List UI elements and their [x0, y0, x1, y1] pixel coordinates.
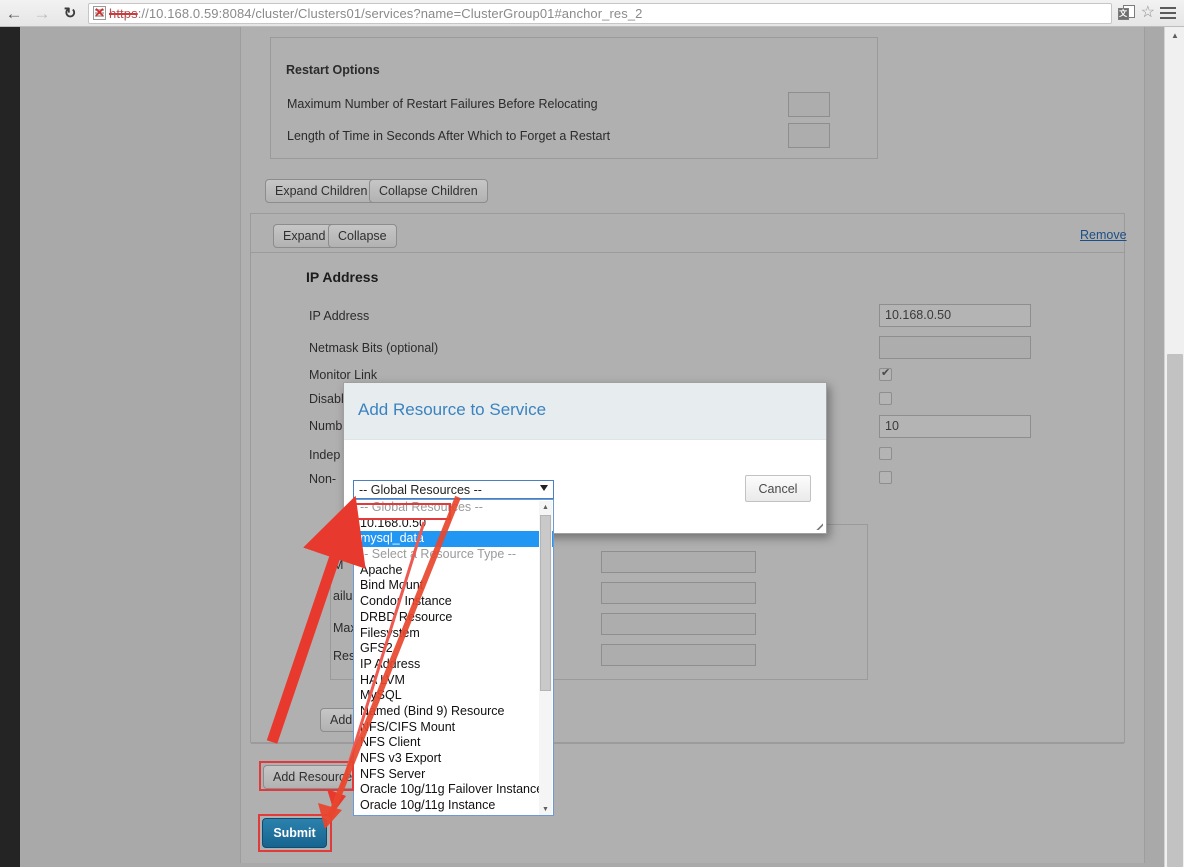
monitor-link-label: Monitor Link	[309, 368, 378, 382]
resize-grip-icon[interactable]	[811, 518, 824, 531]
non-critical-checkbox[interactable]	[879, 471, 892, 484]
reload-icon[interactable]: ↻	[56, 0, 84, 26]
netmask-bits-input[interactable]	[879, 336, 1031, 359]
dropdown-option[interactable]: Apache	[354, 563, 553, 579]
disable-static-routes-checkbox[interactable]	[879, 392, 892, 405]
dropdown-option[interactable]: GFS2	[354, 641, 553, 657]
cancel-button[interactable]: Cancel	[745, 475, 811, 502]
add-resource-button[interactable]: Add Resource	[263, 765, 363, 789]
resource-select[interactable]: -- Global Resources --	[353, 480, 554, 499]
dropdown-option[interactable]: NFS v3 Export	[354, 751, 553, 767]
page-viewport: Restart Options Maximum Number of Restar…	[0, 27, 1184, 867]
page-scroll-up-icon[interactable]: ▲	[1165, 27, 1184, 43]
dropdown-option[interactable]: DRBD Resource	[354, 610, 553, 626]
browser-toolbar: ← → ↻ ✕ https://10.168.0.59:8084/cluster…	[0, 0, 1184, 27]
translate-badge: 文	[1117, 8, 1129, 20]
hamburger-menu-icon[interactable]	[1160, 6, 1176, 20]
restart-max-failures-label: Maximum Number of Restart Failures Befor…	[287, 97, 598, 111]
dialog-title: Add Resource to Service	[358, 400, 547, 419]
dropdown-option[interactable]: NFS Client	[354, 735, 553, 751]
dropdown-option[interactable]: -- Global Resources --	[354, 500, 553, 516]
submit-button[interactable]: Submit	[262, 818, 327, 848]
page-scrollbar[interactable]: ▲	[1164, 27, 1184, 867]
dropdown-option[interactable]: Oracle 10g/11g Instance	[354, 798, 553, 814]
dropdown-option[interactable]: IP Address	[354, 657, 553, 673]
dropdown-option[interactable]: Filesystem	[354, 626, 553, 642]
dropdown-option[interactable]: Named (Bind 9) Resource	[354, 704, 553, 720]
url-scheme: https	[109, 5, 138, 21]
inner-row1-label: M	[333, 558, 344, 572]
expand-button[interactable]: Expand	[273, 224, 336, 248]
left-dark-margin	[0, 27, 20, 867]
insecure-certificate-icon[interactable]: ✕	[93, 6, 106, 20]
cert-x-mark: ✕	[94, 5, 105, 20]
dropdown-option[interactable]: NFS Server	[354, 767, 553, 783]
dropdown-option[interactable]: mysql_data	[354, 531, 553, 548]
ip-address-label: IP Address	[309, 309, 370, 323]
scroll-up-icon[interactable]: ▲	[539, 501, 552, 514]
resource-section-title: IP Address	[306, 269, 379, 285]
expand-children-button[interactable]: Expand Children	[265, 179, 378, 203]
inner-row2-label: ailu	[333, 589, 353, 603]
address-bar[interactable]: ✕ https://10.168.0.59:8084/cluster/Clust…	[88, 2, 1112, 24]
translate-icon[interactable]: 文	[1117, 5, 1136, 21]
netmask-bits-label: Netmask Bits (optional)	[309, 341, 439, 355]
dropdown-option[interactable]: 10.168.0.50	[354, 516, 553, 532]
dropdown-options[interactable]: -- Global Resources -- 10.168.0.50 mysql_d…	[354, 500, 553, 814]
scroll-down-icon[interactable]: ▼	[539, 803, 552, 815]
independent-subtree-label: Indep	[309, 448, 341, 462]
independent-subtree-checkbox[interactable]	[879, 447, 892, 460]
ip-address-input[interactable]: 10.168.0.50	[879, 304, 1031, 327]
restart-forget-time-label: Length of Time in Seconds After Which to…	[287, 129, 611, 143]
dropdown-option[interactable]: Bind Mount	[354, 578, 553, 594]
dropdown-option[interactable]: HA LVM	[354, 673, 553, 689]
back-arrow-icon[interactable]: ←	[0, 0, 28, 26]
url-rest: ://10.168.0.59:8084/cluster/Clusters01/s…	[137, 5, 643, 21]
dropdown-scroll-thumb[interactable]	[540, 515, 551, 691]
non-critical-label: Non-	[309, 472, 337, 486]
monitor-link-checkbox[interactable]	[879, 367, 892, 381]
dropdown-option[interactable]: NFS/CIFS Mount	[354, 720, 553, 736]
number-of-seconds-input[interactable]: 10	[879, 415, 1031, 438]
number-of-seconds-label: Numb	[309, 419, 343, 433]
collapse-children-button[interactable]: Collapse Children	[369, 179, 488, 203]
dropdown-option[interactable]: -- Select a Resource Type --	[354, 547, 553, 563]
dropdown-scrollbar[interactable]: ▲ ▼	[539, 501, 552, 815]
restart-options-legend: Restart Options	[282, 63, 384, 77]
inner-row1-input[interactable]	[601, 551, 756, 573]
url-text: https://10.168.0.59:8084/cluster/Cluster…	[109, 6, 643, 21]
resource-panel-divider	[251, 252, 1124, 253]
page-scroll-thumb[interactable]	[1167, 354, 1183, 867]
dropdown-option[interactable]: Oracle 10g/11g Failover Instance	[354, 782, 553, 798]
restart-forget-time-input[interactable]	[788, 123, 830, 148]
collapse-button[interactable]: Collapse	[328, 224, 397, 248]
chevron-down-icon	[540, 485, 548, 491]
restart-max-failures-input[interactable]	[788, 92, 830, 117]
forward-arrow-icon: →	[33, 3, 51, 23]
dialog-header: Add Resource to Service	[344, 383, 826, 440]
resource-select-dropdown[interactable]: -- Global Resources -- 10.168.0.50 mysql_d…	[353, 499, 554, 816]
inner-row3-input[interactable]	[601, 613, 756, 635]
remove-link[interactable]: Remove	[1080, 228, 1127, 242]
inner-row2-input[interactable]	[601, 582, 756, 604]
dropdown-option[interactable]: Condor Instance	[354, 594, 553, 610]
dropdown-option[interactable]: MySQL	[354, 688, 553, 704]
bookmark-star-icon[interactable]: ☆	[1141, 5, 1155, 21]
inner-row4-input[interactable]	[601, 644, 756, 666]
resource-select-value: -- Global Resources --	[359, 482, 482, 497]
